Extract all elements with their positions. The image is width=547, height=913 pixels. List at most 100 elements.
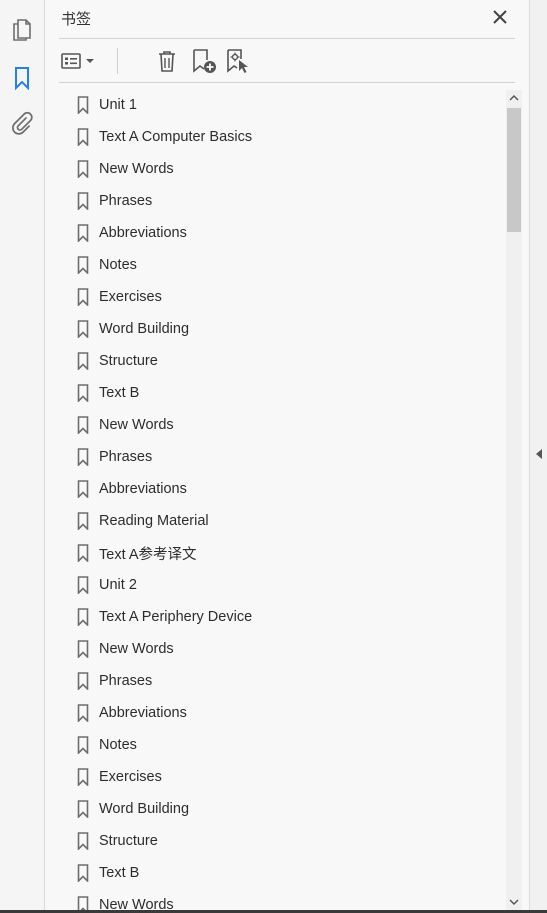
bookmark-icon xyxy=(77,128,89,146)
attachments-button[interactable] xyxy=(6,107,38,139)
divider xyxy=(59,82,515,83)
bookmark-item[interactable]: Abbreviations xyxy=(77,697,187,729)
bookmark-icon xyxy=(77,672,89,690)
bookmark-icon xyxy=(77,288,89,306)
bookmark-list: Unit 1 Text A Computer Basics New Words Phr… xyxy=(59,88,505,910)
bookmark-label: New Words xyxy=(99,161,174,177)
bookmark-label: Structure xyxy=(99,833,158,849)
bookmark-item[interactable]: Structure xyxy=(77,825,158,857)
chevron-up-icon xyxy=(509,94,519,101)
bookmark-icon xyxy=(77,320,89,338)
bookmark-label: Abbreviations xyxy=(99,705,187,721)
bookmark-item[interactable]: Reading Material xyxy=(77,505,209,537)
delete-bookmark-button[interactable] xyxy=(155,46,179,76)
bookmark-label: Text B xyxy=(99,865,140,881)
bookmark-icon xyxy=(77,224,89,242)
options-menu-button[interactable] xyxy=(59,46,97,76)
bookmark-icon xyxy=(77,896,89,910)
bookmark-label: Phrases xyxy=(99,673,153,689)
close-icon xyxy=(493,10,507,24)
toolbar-separator xyxy=(117,48,118,74)
divider xyxy=(59,38,515,39)
bookmark-label: Text A Computer Basics xyxy=(99,129,253,145)
bookmark-icon xyxy=(15,67,29,90)
bookmark-label: Notes xyxy=(99,257,137,273)
options-menu-icon xyxy=(61,53,94,69)
bookmarks-panel: 书签 Unit 1 Text A Computer Basics New Wor… xyxy=(45,0,529,913)
bookmark-item[interactable]: Abbreviations xyxy=(77,217,187,249)
bookmark-item[interactable]: New Words xyxy=(77,153,174,185)
bookmark-icon xyxy=(77,576,89,594)
bookmark-item[interactable]: Text A Computer Basics xyxy=(77,121,252,153)
bookmark-item[interactable]: Unit 1 xyxy=(77,89,137,121)
bookmark-item[interactable]: Notes xyxy=(77,249,137,281)
bookmark-label: Abbreviations xyxy=(99,225,187,241)
scroll-down-button[interactable] xyxy=(506,894,522,910)
bookmark-label: Abbreviations xyxy=(99,481,187,497)
bookmark-icon xyxy=(77,832,89,850)
bookmark-icon xyxy=(77,160,89,178)
page-thumbnails-button[interactable] xyxy=(6,14,38,46)
bookmark-item[interactable]: Phrases xyxy=(77,441,152,473)
bookmark-item[interactable]: New Words xyxy=(77,409,174,441)
bookmark-icon xyxy=(77,640,89,658)
bookmark-icon xyxy=(77,384,89,402)
bookmark-toolbar xyxy=(59,44,515,78)
bookmark-item[interactable]: Text A Periphery Device xyxy=(77,601,252,633)
bookmark-label: Phrases xyxy=(99,193,153,209)
bookmark-item[interactable]: Unit 2 xyxy=(77,569,137,601)
bookmark-label: Exercises xyxy=(99,769,162,785)
scrollbar-thumb[interactable] xyxy=(507,108,521,232)
bookmark-label: Text B xyxy=(99,385,140,401)
bookmark-icon xyxy=(77,448,89,466)
bookmark-label: Unit 2 xyxy=(99,577,137,593)
paperclip-icon xyxy=(12,111,33,135)
new-bookmark-button[interactable] xyxy=(191,46,217,76)
bookmark-label: Word Building xyxy=(99,801,190,817)
collapse-panel-button[interactable] xyxy=(533,446,545,462)
bookmark-item[interactable]: Exercises xyxy=(77,761,162,793)
bookmark-label: Notes xyxy=(99,737,137,753)
scroll-up-button[interactable] xyxy=(506,90,522,106)
close-panel-button[interactable] xyxy=(489,6,511,28)
bookmark-label: Word Building xyxy=(99,321,190,337)
bookmark-icon xyxy=(77,192,89,210)
bookmark-item[interactable]: Notes xyxy=(77,729,137,761)
bookmark-item[interactable]: New Words xyxy=(77,889,174,910)
bookmark-icon xyxy=(77,96,89,114)
bookmark-item[interactable]: Word Building xyxy=(77,313,189,345)
bookmark-icon xyxy=(77,480,89,498)
bookmark-label: Phrases xyxy=(99,449,153,465)
bookmark-item[interactable]: Phrases xyxy=(77,665,152,697)
new-bookmark-icon xyxy=(193,49,216,73)
bookmark-label: Exercises xyxy=(99,289,162,305)
bookmark-item[interactable]: Text B xyxy=(77,377,139,409)
chevron-down-icon xyxy=(509,899,519,906)
bookmark-icon xyxy=(77,800,89,818)
bookmark-icon xyxy=(77,768,89,786)
bookmark-item[interactable]: Phrases xyxy=(77,185,152,217)
bookmark-item[interactable]: Text B xyxy=(77,857,139,889)
new-bookmark-from-selection-button[interactable] xyxy=(225,46,251,76)
bookmark-label: New Words xyxy=(99,417,174,433)
bookmarks-button[interactable] xyxy=(6,62,38,94)
vertical-scrollbar[interactable] xyxy=(506,90,522,910)
bookmark-icon xyxy=(77,608,89,626)
delete-icon xyxy=(159,51,175,72)
bookmark-item[interactable]: Abbreviations xyxy=(77,473,187,505)
bookmark-label: Text A Periphery Device xyxy=(99,609,253,625)
bookmark-icon xyxy=(77,416,89,434)
bookmark-item[interactable]: New Words xyxy=(77,633,174,665)
bookmark-label: Structure xyxy=(99,353,158,369)
bookmark-item[interactable]: Word Building xyxy=(77,793,189,825)
bookmark-icon xyxy=(77,256,89,274)
bookmark-item[interactable]: Text A参考译文 xyxy=(77,537,197,569)
bookmark-label: New Words xyxy=(99,897,174,910)
bookmark-item[interactable]: Structure xyxy=(77,345,158,377)
bookmark-icon xyxy=(77,736,89,754)
bookmark-label: New Words xyxy=(99,641,174,657)
bookmark-item[interactable]: Exercises xyxy=(77,281,162,313)
bookmark-icon xyxy=(77,704,89,722)
bookmark-icon xyxy=(77,512,89,530)
left-tool-rail xyxy=(0,0,45,913)
